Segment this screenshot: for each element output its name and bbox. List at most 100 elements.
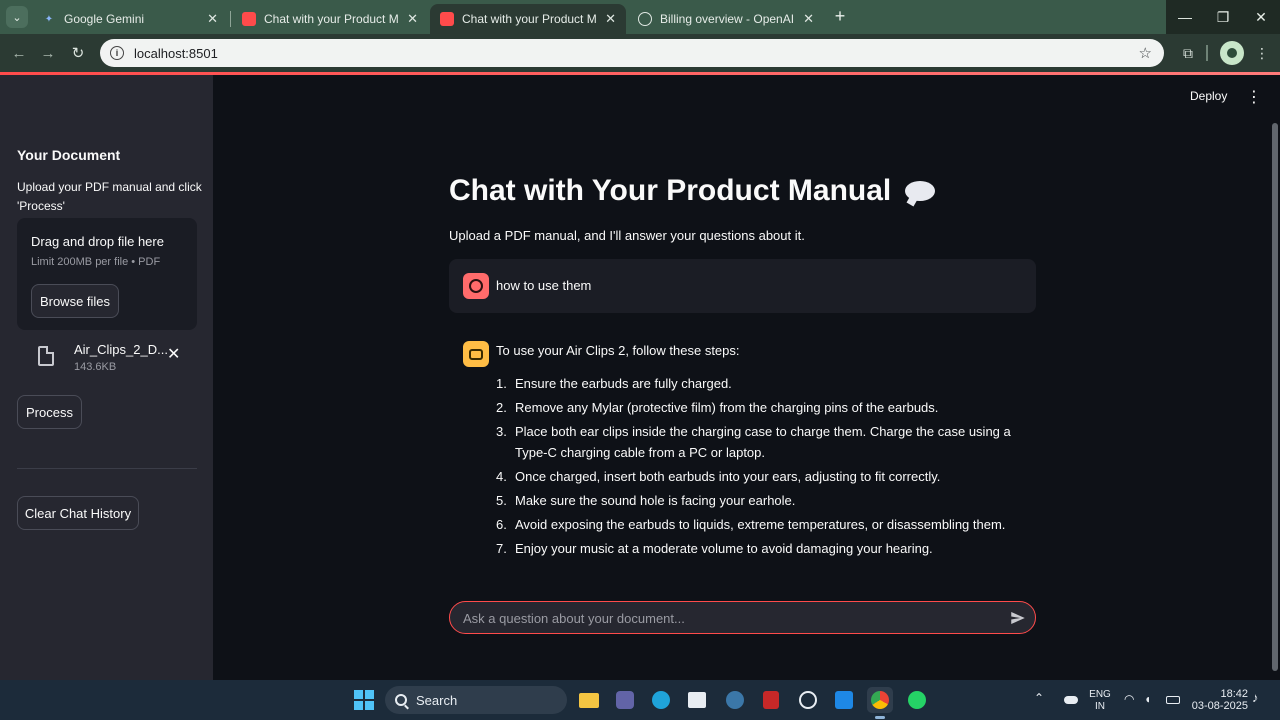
list-item: 2. Remove any Mylar (protective film) fro… bbox=[496, 400, 939, 415]
toolbar-divider bbox=[1206, 45, 1208, 61]
tab-separator bbox=[230, 11, 231, 27]
reload-button[interactable]: ↻ bbox=[67, 42, 89, 64]
send-icon[interactable] bbox=[1009, 609, 1027, 627]
chrome-icon[interactable] bbox=[867, 687, 893, 713]
streamlit-icon bbox=[440, 12, 454, 26]
browser-toolbar: ← → ↻ i localhost:8501 ☆ ⧉ ⋮ bbox=[0, 34, 1280, 72]
bookmark-star-icon[interactable]: ☆ bbox=[1139, 44, 1152, 62]
tab-product-manual-1[interactable]: Chat with your Product Manual ✕ bbox=[232, 4, 428, 34]
windows-start-icon[interactable] bbox=[351, 687, 377, 713]
clear-chat-history-button[interactable]: Clear Chat History bbox=[17, 496, 139, 530]
onedrive-icon[interactable] bbox=[1058, 687, 1084, 713]
url-text: localhost:8501 bbox=[134, 45, 218, 61]
language-indicator[interactable]: ENG IN bbox=[1086, 689, 1114, 713]
list-item: 1. Ensure the earbuds are fully charged. bbox=[496, 376, 732, 391]
wifi-icon[interactable]: ◠ bbox=[1124, 693, 1134, 705]
tab-title: Chat with your Product Manual bbox=[264, 12, 399, 26]
edge-icon[interactable] bbox=[648, 687, 674, 713]
assistant-steps-list: 1. Ensure the earbuds are fully charged. … bbox=[496, 373, 1036, 562]
list-item: 3. Place both ear clips inside the chargi… bbox=[496, 424, 1011, 460]
page-title-text: Chat with Your Product Manual bbox=[449, 174, 892, 207]
tab-search-button[interactable]: ⌄ bbox=[6, 6, 28, 28]
taskbar-search[interactable]: Search bbox=[385, 686, 567, 714]
sidebar-description: Upload your PDF manual and click 'Proces… bbox=[17, 180, 202, 213]
process-button[interactable]: Process bbox=[17, 395, 82, 429]
sidebar-title: Your Document bbox=[17, 147, 121, 163]
tab-product-manual-2[interactable]: Chat with your Product Manual ✕ bbox=[430, 4, 626, 34]
sidebar-divider bbox=[17, 468, 197, 469]
speech-bubble-icon bbox=[905, 181, 936, 201]
main-menu-icon[interactable]: ⋮ bbox=[1246, 87, 1262, 107]
browser-menu-icon[interactable]: ⋮ bbox=[1252, 43, 1272, 63]
tab-title: Billing overview - OpenAI API bbox=[660, 12, 795, 26]
list-item: 4. Once charged, insert both earbuds into… bbox=[496, 469, 941, 484]
uploaded-file: Air_Clips_2_D... 143.6KB ✕ bbox=[17, 338, 197, 384]
chat-input[interactable] bbox=[463, 609, 993, 627]
browser-tab-strip: ⌄ ✦ Google Gemini ✕ Chat with your Produ… bbox=[0, 0, 1280, 34]
page-subtitle: Upload a PDF manual, and I'll answer you… bbox=[449, 228, 805, 243]
close-window-button[interactable]: ✕ bbox=[1242, 0, 1280, 34]
user-message-text: how to use them bbox=[496, 278, 592, 293]
restore-button[interactable]: ❐ bbox=[1204, 0, 1242, 34]
user-message: how to use them bbox=[449, 259, 1036, 313]
avatar-icon bbox=[1227, 48, 1237, 58]
teams-icon[interactable] bbox=[612, 687, 638, 713]
volume-icon[interactable]: ◖ bbox=[1144, 693, 1151, 705]
user-avatar-icon bbox=[463, 273, 489, 299]
minimize-button[interactable]: — bbox=[1166, 0, 1204, 34]
streamlit-icon bbox=[242, 12, 256, 26]
profile-avatar[interactable] bbox=[1220, 41, 1244, 65]
list-item: 6. Avoid exposing the earbuds to liquids,… bbox=[496, 517, 1006, 532]
tray-overflow-icon[interactable]: ⌃ bbox=[1034, 692, 1044, 704]
tab-google-gemini[interactable]: ✦ Google Gemini ✕ bbox=[32, 4, 228, 34]
github-icon[interactable] bbox=[795, 687, 821, 713]
site-info-icon[interactable]: i bbox=[110, 46, 124, 60]
page-scrollbar[interactable] bbox=[1272, 123, 1278, 671]
file-size: 143.6KB bbox=[74, 361, 117, 373]
assistant-intro: To use your Air Clips 2, follow these st… bbox=[496, 343, 740, 358]
taskbar: Search ⌃ ENG IN ◠ ◖ 18:42 03-08-2025 ♪ bbox=[0, 680, 1280, 720]
close-icon[interactable]: ✕ bbox=[803, 11, 814, 27]
forward-button[interactable]: → bbox=[37, 42, 59, 64]
close-icon[interactable]: ✕ bbox=[407, 11, 418, 27]
whatsapp-icon[interactable] bbox=[904, 687, 930, 713]
address-bar[interactable]: i localhost:8501 ☆ bbox=[100, 39, 1164, 67]
streamlit-app: Your Document Upload your PDF manual and… bbox=[0, 75, 1280, 680]
notification-bell-icon[interactable]: ♪ bbox=[1252, 691, 1259, 704]
sidebar: Your Document Upload your PDF manual and… bbox=[0, 75, 213, 680]
file-dropzone[interactable]: Drag and drop file here Limit 200MB per … bbox=[17, 218, 197, 330]
close-icon[interactable]: ✕ bbox=[605, 11, 616, 27]
file-icon bbox=[38, 346, 54, 366]
battery-icon[interactable] bbox=[1160, 687, 1186, 713]
python-icon[interactable] bbox=[722, 687, 748, 713]
close-icon[interactable]: ✕ bbox=[207, 11, 218, 27]
gemini-icon: ✦ bbox=[44, 13, 54, 25]
active-app-indicator bbox=[875, 716, 885, 719]
tab-title: Chat with your Product Manual bbox=[462, 12, 597, 26]
clock[interactable]: 18:42 03-08-2025 bbox=[1188, 688, 1248, 712]
list-item: 7. Enjoy your music at a moderate volume … bbox=[496, 541, 933, 556]
deploy-button[interactable]: Deploy bbox=[1190, 89, 1227, 103]
store-icon[interactable] bbox=[684, 687, 710, 713]
tab-openai-billing[interactable]: Billing overview - OpenAI API ✕ bbox=[628, 4, 824, 34]
tab-title: Google Gemini bbox=[64, 12, 145, 26]
clock-date: 03-08-2025 bbox=[1191, 700, 1248, 712]
page-title: Chat with Your Product Manual bbox=[449, 174, 936, 208]
file-explorer-icon[interactable] bbox=[576, 687, 602, 713]
new-tab-button[interactable]: + bbox=[830, 7, 850, 27]
file-name: Air_Clips_2_D... bbox=[74, 342, 168, 357]
remove-file-icon[interactable]: ✕ bbox=[167, 344, 180, 364]
back-button[interactable]: ← bbox=[8, 42, 30, 64]
assistant-avatar-icon bbox=[463, 341, 489, 367]
vscode-icon[interactable] bbox=[831, 687, 857, 713]
list-item: 5. Make sure the sound hole is facing you… bbox=[496, 493, 796, 508]
chat-input-container bbox=[449, 601, 1036, 634]
extensions-icon[interactable]: ⧉ bbox=[1178, 43, 1198, 63]
globe-icon bbox=[638, 12, 652, 26]
mcafee-icon[interactable] bbox=[758, 687, 784, 713]
region-code: IN bbox=[1095, 701, 1105, 712]
search-icon bbox=[395, 694, 407, 706]
browse-files-button[interactable]: Browse files bbox=[31, 284, 119, 318]
dropzone-title: Drag and drop file here bbox=[31, 234, 164, 249]
clock-time: 18:42 bbox=[1220, 688, 1248, 700]
